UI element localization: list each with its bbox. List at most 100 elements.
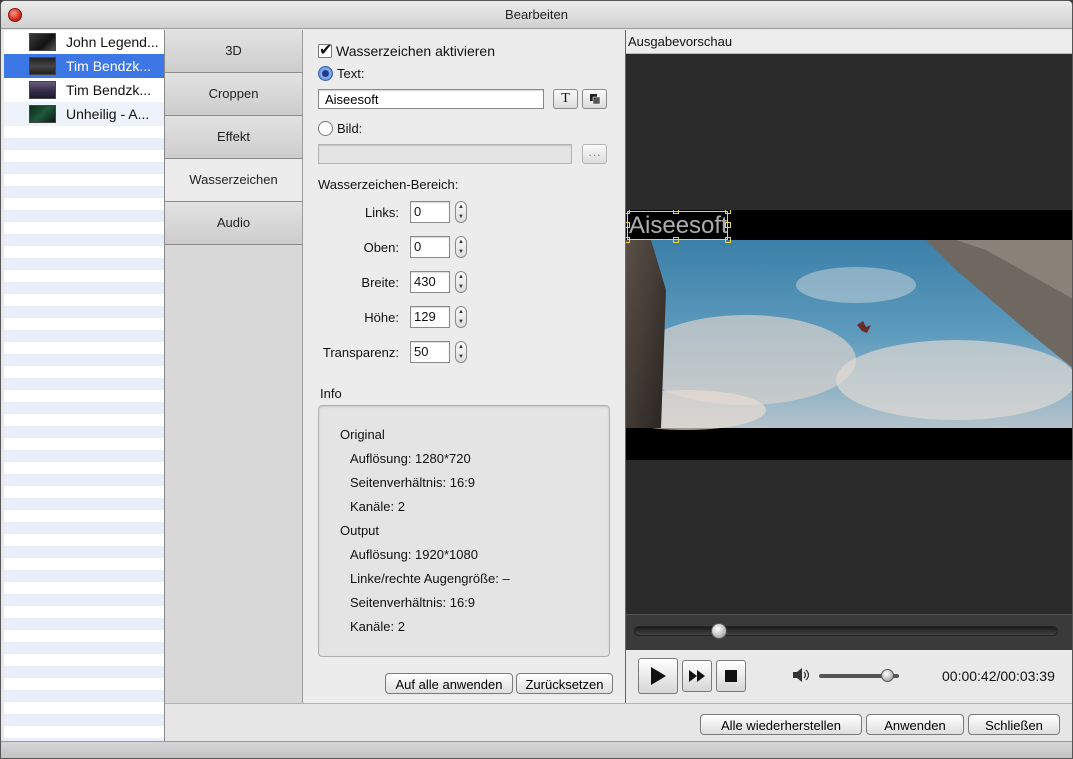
enable-watermark-label: Wasserzeichen aktivieren xyxy=(336,43,495,59)
output-eye-size: Linke/rechte Augengröße: – xyxy=(350,571,510,586)
left-input[interactable]: 0 xyxy=(410,201,450,223)
image-option-label: Bild: xyxy=(337,121,363,136)
info-box: Original Auflösung: 1280*720 Seitenverhä… xyxy=(318,405,610,657)
window-title: Bearbeiten xyxy=(505,7,568,22)
reset-button[interactable]: Zurücksetzen xyxy=(516,673,613,694)
tab-audio[interactable]: Audio xyxy=(165,202,302,245)
enable-watermark-row: Wasserzeichen aktivieren xyxy=(318,40,495,60)
height-stepper[interactable]: ▲ ▼ xyxy=(455,306,467,328)
image-path-input[interactable] xyxy=(318,144,572,164)
tab-crop[interactable]: Croppen xyxy=(165,73,302,116)
transparency-stepper[interactable]: ▲ ▼ xyxy=(455,341,467,363)
video-thumbnail xyxy=(29,57,56,75)
watermark-overlay[interactable]: Aiseesoft xyxy=(626,210,731,243)
file-item[interactable]: John Legend... xyxy=(4,30,164,54)
file-item[interactable]: Tim Bendzk... xyxy=(4,78,164,102)
left-label: Links: xyxy=(365,205,399,220)
watermark-settings: Wasserzeichen aktivieren Text: T Bild: ·… xyxy=(303,30,625,703)
file-list: John Legend... Tim Bendzk... Tim Bendzk.… xyxy=(4,30,165,741)
watermark-text-input[interactable] xyxy=(318,89,544,109)
text-style-button[interactable]: T xyxy=(553,89,578,109)
stop-icon xyxy=(725,670,737,682)
height-label: Höhe: xyxy=(364,310,399,325)
resize-handle[interactable] xyxy=(673,237,679,243)
file-name: John Legend... xyxy=(66,34,159,50)
transparency-input[interactable]: 50 xyxy=(410,341,450,363)
top-stepper[interactable]: ▲ ▼ xyxy=(455,236,467,258)
speaker-icon[interactable] xyxy=(793,668,811,682)
file-item-selected[interactable]: Tim Bendzk... xyxy=(4,54,164,78)
image-radio[interactable] xyxy=(318,121,333,136)
play-button[interactable] xyxy=(638,658,678,694)
seek-handle[interactable] xyxy=(710,623,727,639)
video-frame: Aiseesoft xyxy=(626,210,1072,460)
video-thumbnail xyxy=(29,105,56,123)
resize-handle[interactable] xyxy=(673,210,679,214)
status-bar xyxy=(1,741,1072,758)
original-channels: Kanäle: 2 xyxy=(350,499,405,514)
text-radio[interactable] xyxy=(318,66,333,81)
text-format-icon: T xyxy=(561,91,570,106)
edit-tabs: 3D Croppen Effekt Wasserzeichen Audio xyxy=(165,30,303,703)
file-name: Tim Bendzk... xyxy=(66,82,152,98)
tab-effect[interactable]: Effekt xyxy=(165,116,302,159)
left-stepper[interactable]: ▲ ▼ xyxy=(455,201,467,223)
preview-panel: Ausgabevorschau Aiseesoft 00:00:42/00:03… xyxy=(625,30,1072,703)
original-aspect: Seitenverhältnis: 16:9 xyxy=(350,475,476,490)
video-area: Aiseesoft xyxy=(626,54,1072,614)
play-icon xyxy=(651,667,666,685)
resize-handle[interactable] xyxy=(626,237,630,243)
playback-controls: 00:00:42/00:03:39 xyxy=(626,650,1072,703)
output-resolution: Auflösung: 1920*1080 xyxy=(350,547,478,562)
fast-forward-button[interactable] xyxy=(682,660,712,692)
file-name: Tim Bendzk... xyxy=(66,58,152,74)
browse-image-button[interactable]: ··· xyxy=(582,144,607,164)
close-window-button[interactable] xyxy=(8,8,22,22)
edit-window: Bearbeiten John Legend... Tim Bendzk... … xyxy=(0,0,1073,759)
text-color-button[interactable] xyxy=(582,89,607,109)
volume-handle[interactable] xyxy=(880,669,894,682)
apply-to-all-button[interactable]: Auf alle anwenden xyxy=(385,673,513,694)
watermark-preview-text: Aiseesoft xyxy=(629,212,728,239)
apply-button[interactable]: Anwenden xyxy=(866,714,964,735)
stop-button[interactable] xyxy=(716,660,746,692)
close-button[interactable]: Schließen xyxy=(968,714,1060,735)
top-label: Oben: xyxy=(363,240,399,255)
resize-handle[interactable] xyxy=(725,237,731,243)
enable-watermark-checkbox[interactable] xyxy=(318,40,332,60)
output-channels: Kanäle: 2 xyxy=(350,619,405,634)
title-bar: Bearbeiten xyxy=(1,1,1072,29)
restore-all-button[interactable]: Alle wiederherstellen xyxy=(700,714,862,735)
video-thumbnail xyxy=(29,33,56,51)
video-still xyxy=(626,210,1072,460)
seek-area xyxy=(626,614,1072,650)
image-option-row: Bild: xyxy=(318,121,362,136)
fast-forward-icon xyxy=(689,670,705,682)
text-option-row: Text: xyxy=(318,66,364,81)
copy-icon xyxy=(589,94,600,105)
seek-slider[interactable] xyxy=(634,626,1058,636)
text-option-label: Text: xyxy=(337,66,365,81)
resize-handle[interactable] xyxy=(626,222,630,228)
area-label: Wasserzeichen-Bereich: xyxy=(318,177,459,192)
file-item[interactable]: Unheilig - A... xyxy=(4,102,164,126)
resize-handle[interactable] xyxy=(626,210,630,214)
original-heading: Original xyxy=(340,427,385,442)
original-resolution: Auflösung: 1280*720 xyxy=(350,451,471,466)
transparency-label: Transparenz: xyxy=(322,345,399,360)
resize-handle[interactable] xyxy=(725,210,731,214)
width-stepper[interactable]: ▲ ▼ xyxy=(455,271,467,293)
width-input[interactable]: 430 xyxy=(410,271,450,293)
height-input[interactable]: 129 xyxy=(410,306,450,328)
info-title: Info xyxy=(320,386,342,401)
top-input[interactable]: 0 xyxy=(410,236,450,258)
resize-handle[interactable] xyxy=(725,222,731,228)
output-aspect: Seitenverhältnis: 16:9 xyxy=(350,595,476,610)
tab-3d[interactable]: 3D xyxy=(165,30,302,73)
output-heading: Output xyxy=(340,523,380,538)
timecode: 00:00:42/00:03:39 xyxy=(942,668,1055,684)
tab-watermark[interactable]: Wasserzeichen xyxy=(165,159,302,202)
video-thumbnail xyxy=(29,81,56,99)
file-name: Unheilig - A... xyxy=(66,106,150,122)
preview-title: Ausgabevorschau xyxy=(626,30,1072,54)
